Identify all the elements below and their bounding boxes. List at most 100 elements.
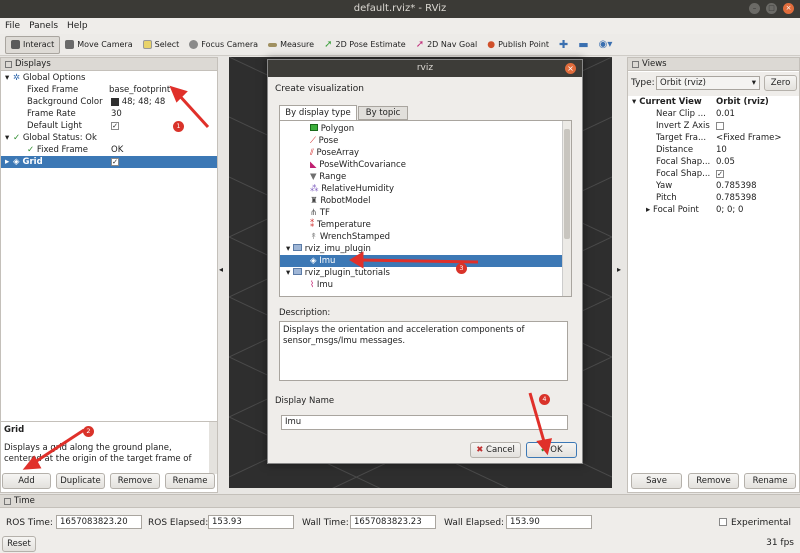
wall-elapsed-label: Wall Elapsed: (444, 518, 505, 528)
fixed-frame-value[interactable]: base_footprint (109, 84, 170, 96)
list-item[interactable]: ⫽ PoseArray (310, 147, 359, 159)
select-tool[interactable]: Select (138, 36, 185, 54)
pitch-row[interactable]: Pitch (656, 192, 677, 204)
current-view-row[interactable]: ▾ Current View (628, 96, 702, 108)
list-item[interactable]: Polygon (310, 123, 354, 135)
minimize-icon[interactable]: – (749, 3, 760, 14)
pose-covariance-icon: ◣ (310, 160, 317, 170)
scrollbar-thumb[interactable] (564, 129, 570, 239)
tree-row-background-color[interactable]: Background Color (27, 96, 103, 108)
grid-checkbox[interactable]: ✓ (111, 158, 119, 166)
ros-elapsed-field[interactable]: 153.93 (208, 515, 294, 529)
rename-view-button[interactable]: Rename (744, 473, 796, 489)
yaw-row[interactable]: Yaw (656, 180, 672, 192)
close-icon[interactable]: × (565, 63, 576, 74)
pose-estimate-tool[interactable]: ➚ 2D Pose Estimate (319, 36, 411, 54)
collapse-right-handle[interactable]: ▸ (617, 265, 625, 279)
close-icon[interactable]: × (783, 3, 794, 14)
group-rviz-plugin-tutorials[interactable]: ▾ rviz_plugin_tutorials (286, 267, 390, 279)
focal-point-row[interactable]: ▸ Focal Point (646, 204, 699, 216)
list-item-imu-selected[interactable]: ◈ Imu (280, 255, 562, 267)
focal-point-value[interactable]: 0; 0; 0 (716, 204, 743, 216)
tree-row-default-light[interactable]: Default Light (27, 120, 82, 132)
row-name: Pitch (656, 193, 677, 203)
item-label: Imu (319, 256, 336, 266)
move-camera-tool[interactable]: Move Camera (60, 36, 137, 54)
focal-shape-size-row[interactable]: Focal Shap... (656, 156, 710, 168)
list-item[interactable]: ♜ RobotModel (310, 195, 371, 207)
ros-time-field[interactable]: 1657083823.20 (56, 515, 142, 529)
tab-by-topic[interactable]: By topic (358, 106, 408, 120)
focal-shape-size-value[interactable]: 0.05 (716, 156, 735, 168)
ok-button[interactable]: ✔ OK (526, 442, 577, 458)
publish-point-tool[interactable]: ● Publish Point (482, 36, 554, 54)
yaw-value[interactable]: 0.785398 (716, 180, 757, 192)
menu-panels[interactable]: Panels (29, 21, 58, 31)
fps-readout: 31 fps (766, 538, 794, 548)
list-item[interactable]: ⁂ RelativeHumidity (310, 183, 394, 195)
frame-rate-value[interactable]: 30 (111, 108, 122, 120)
view-type-select[interactable]: Orbit (rviz) ▾ (656, 76, 760, 90)
list-item[interactable]: ⟋ Pose (310, 135, 338, 147)
description-scrollbar[interactable] (209, 422, 217, 474)
background-color-value[interactable]: 48; 48; 48 (111, 96, 165, 108)
focal-shape-fixed-row[interactable]: Focal Shap... (656, 168, 710, 180)
tree-row-global-options[interactable]: ▾ ✲ Global Options (1, 72, 85, 84)
remove-view-button[interactable]: Remove (688, 473, 739, 489)
time-title: Time (14, 495, 35, 506)
invert-z-row[interactable]: Invert Z Axis (656, 120, 710, 132)
item-label: PoseWithCovariance (319, 160, 406, 170)
list-item[interactable]: ▼ Range (310, 171, 346, 183)
invert-z-checkbox[interactable] (716, 120, 724, 132)
tree-row-status-fixed-frame[interactable]: ✓ Fixed Frame (27, 144, 88, 156)
add-button[interactable]: Add (2, 473, 51, 489)
tree-row-fixed-frame[interactable]: Fixed Frame (27, 84, 78, 96)
save-view-button[interactable]: Save (631, 473, 682, 489)
measure-tool[interactable]: Measure (263, 36, 319, 54)
tree-row-global-status[interactable]: ▾ ✓ Global Status: Ok (1, 132, 97, 144)
tree-row-frame-rate[interactable]: Frame Rate (27, 108, 76, 120)
tab-by-display-type[interactable]: By display type (279, 105, 357, 120)
camera-type-button[interactable]: ◉▾ (594, 36, 618, 54)
experimental-checkbox[interactable] (719, 518, 727, 526)
remove-button[interactable]: Remove (110, 473, 160, 489)
menu-help[interactable]: Help (67, 21, 88, 31)
target-frame-value[interactable]: <Fixed Frame> (716, 132, 781, 144)
distance-value[interactable]: 10 (716, 144, 727, 156)
row-name: Distance (656, 145, 694, 155)
focus-camera-tool[interactable]: Focus Camera (184, 36, 263, 54)
display-type-list[interactable]: Polygon ⟋ Pose ⫽ PoseArray ◣ PoseWithCov… (279, 120, 572, 297)
rename-button[interactable]: Rename (165, 473, 215, 489)
description-title: Grid (4, 425, 25, 435)
wall-time-field[interactable]: 1657083823.23 (350, 515, 436, 529)
remove-tool-button[interactable]: ▬ (573, 36, 593, 54)
list-scrollbar[interactable] (562, 121, 571, 296)
distance-row[interactable]: Distance (656, 144, 693, 156)
list-item[interactable]: ↟ WrenchStamped (310, 231, 390, 243)
collapse-left-handle[interactable]: ◂ (219, 265, 227, 279)
near-clip-row[interactable]: Near Clip ... (656, 108, 706, 120)
list-item[interactable]: ◣ PoseWithCovariance (310, 159, 406, 171)
list-item[interactable]: ⋔ TF (310, 207, 330, 219)
nav-goal-tool[interactable]: ➚ 2D Nav Goal (411, 36, 483, 54)
cancel-button[interactable]: ✖ Cancel (470, 442, 521, 458)
default-light-checkbox[interactable]: ✓ (111, 120, 119, 132)
pitch-value[interactable]: 0.785398 (716, 192, 757, 204)
near-clip-value[interactable]: 0.01 (716, 108, 735, 120)
list-item[interactable]: ⁑ Temperature (310, 219, 371, 231)
tree-row-grid[interactable]: ▸ ◈ Grid ✓ (1, 156, 217, 168)
views-panel-header: Views (628, 58, 799, 71)
maximize-icon[interactable]: □ (766, 3, 777, 14)
target-frame-row[interactable]: Target Fra... (656, 132, 706, 144)
zero-button[interactable]: Zero (764, 75, 797, 91)
group-rviz-imu-plugin[interactable]: ▾ rviz_imu_plugin (286, 243, 371, 255)
display-name-input[interactable]: Imu (281, 415, 568, 430)
focal-shape-fixed-checkbox[interactable]: ✓ (716, 168, 724, 180)
interact-tool[interactable]: Interact (5, 35, 61, 54)
add-tool-button[interactable]: ✚ (554, 36, 573, 54)
wall-elapsed-field[interactable]: 153.90 (506, 515, 592, 529)
menu-file[interactable]: File (5, 21, 20, 31)
reset-button[interactable]: Reset (2, 536, 36, 552)
list-item[interactable]: ⌇ Imu (310, 279, 333, 291)
duplicate-button[interactable]: Duplicate (56, 473, 105, 489)
